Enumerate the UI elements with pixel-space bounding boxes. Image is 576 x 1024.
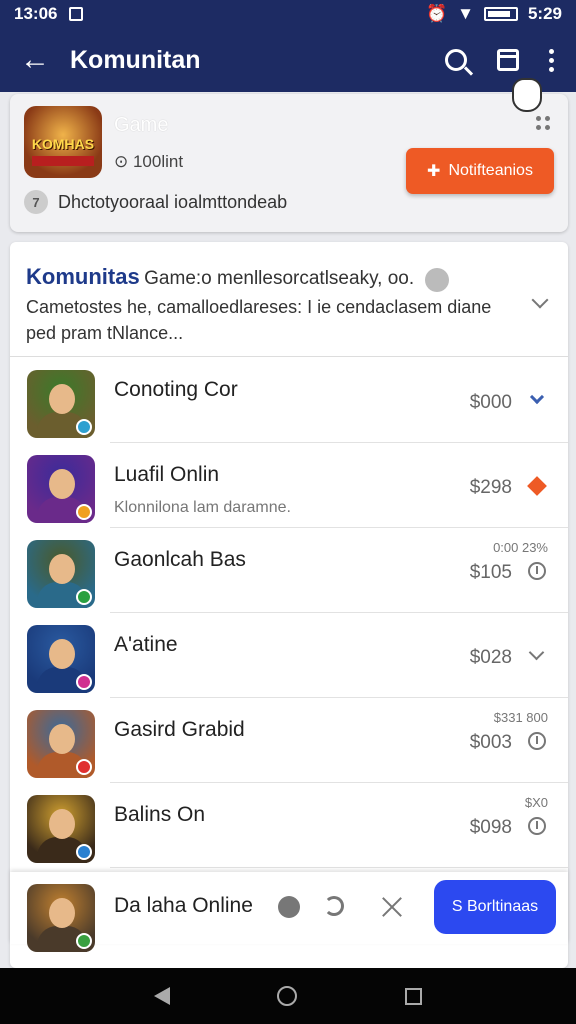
item-stat: $331 800	[493, 710, 548, 725]
avatar	[27, 370, 95, 438]
game-title: Game	[114, 114, 169, 136]
notifications-button[interactable]: ✚ Notifteanios	[406, 148, 554, 194]
community-header: Komunitas Game:o menllesorcatlseaky, oo.	[26, 264, 556, 292]
battery-icon	[483, 7, 518, 21]
pointer-hand-icon	[512, 78, 542, 112]
app-bar-actions	[445, 48, 576, 72]
avatar	[27, 540, 95, 608]
list-item[interactable]: Gaonlcah Bas 0:00 23% $105	[10, 528, 568, 613]
avatar	[27, 710, 95, 778]
community-description: Cametostes he, camalloedlareses: I ie ce…	[26, 297, 492, 343]
list-item[interactable]: Luafil Onlin Klonnilona lam daramne. $298	[10, 443, 568, 528]
game-info: 7 Dhctotyooraal ioalmttondeab	[24, 190, 287, 214]
nav-home-icon[interactable]	[277, 986, 298, 1006]
bottom-row-name: Da laha Online	[114, 894, 253, 917]
check-icon[interactable]	[526, 389, 548, 412]
item-subtext: Klonnilona lam daramne.	[114, 499, 291, 516]
avatar	[27, 625, 95, 693]
list-item[interactable]: Gasird Grabid $331 800 $003	[10, 698, 568, 783]
notification-icon	[69, 7, 84, 21]
list-item[interactable]: Conoting Cor $000	[10, 358, 568, 443]
item-name: Balins On	[114, 803, 206, 826]
page-title: Komunitan	[70, 45, 201, 74]
search-icon[interactable]	[445, 49, 467, 71]
item-stat: 0:00 23%	[493, 540, 548, 555]
item-price: $000	[469, 392, 512, 413]
list-item[interactable]: A'atine $028	[10, 613, 568, 698]
alarm-icon: ⏰	[425, 4, 448, 23]
close-icon[interactable]	[380, 894, 404, 918]
lock-icon[interactable]	[278, 896, 300, 918]
status-bar: 13:06 ⏰ ▼ 5:29	[0, 0, 576, 28]
divider	[110, 867, 568, 868]
community-panel: Komunitas Game:o menllesorcatlseaky, oo.…	[10, 242, 568, 968]
avatar	[27, 455, 95, 523]
community-subtitle: Game:o menllesorcatlseaky, oo.	[144, 268, 415, 289]
status-right: ⏰ ▼ 5:29	[426, 4, 562, 24]
status-clock: 5:29	[527, 4, 562, 23]
notifications-button-label: Notifteanios	[448, 162, 533, 179]
item-price: $003	[469, 732, 512, 753]
system-nav-bar	[0, 968, 576, 1024]
item-price: $028	[469, 647, 512, 668]
plus-icon: ✚	[427, 163, 441, 180]
avatar	[27, 795, 95, 863]
refresh-icon[interactable]	[324, 896, 344, 916]
community-title: Komunitas	[26, 264, 140, 289]
wifi-icon: ▼	[457, 4, 474, 23]
game-logo-banner	[32, 156, 94, 166]
game-logo: KOMHAS	[24, 106, 102, 178]
more-options-icon[interactable]	[549, 48, 554, 72]
game-card: KOMHAS Game ⊙ 100lint ✚ Notifteanios 7 D…	[10, 94, 568, 232]
item-price: $298	[469, 477, 512, 498]
app-bar: ← Komunitan	[0, 28, 576, 92]
game-members: ⊙ 100lint	[114, 152, 184, 171]
drag-handle-icon[interactable]	[536, 116, 550, 130]
item-name: Gasird Grabid	[114, 718, 245, 741]
avatar	[27, 884, 95, 952]
game-logo-text: KOMHAS	[31, 136, 95, 152]
diamond-icon[interactable]	[526, 475, 548, 497]
expand-chevron-icon[interactable]	[531, 291, 549, 309]
nav-recents-icon[interactable]	[405, 987, 423, 1005]
info-icon[interactable]	[424, 267, 449, 292]
item-name: Gaonlcah Bas	[114, 548, 246, 571]
list-item[interactable]: Balins On $X0 $098	[10, 783, 568, 868]
item-name: A'atine	[114, 633, 178, 656]
calendar-icon[interactable]	[497, 49, 519, 71]
status-time: 13:06	[14, 4, 58, 23]
info-badge: 7	[24, 190, 48, 214]
back-arrow-icon[interactable]: ←	[0, 43, 70, 77]
nav-back-icon[interactable]	[153, 987, 170, 1005]
item-price: $098	[469, 817, 512, 838]
primary-action-button[interactable]: S Borltinaas	[434, 880, 556, 934]
item-name: Conoting Cor	[114, 378, 238, 401]
chevron-icon[interactable]	[526, 644, 548, 667]
item-stat: $X0	[524, 795, 548, 810]
item-price: $105	[469, 562, 512, 583]
divider	[10, 356, 568, 357]
game-info-text: Dhctotyooraal ioalmttondeab	[58, 191, 288, 212]
item-name: Luafil Onlin	[114, 463, 220, 486]
bottom-action-row: Da laha Online S Borltinaas	[10, 872, 568, 952]
pin-icon[interactable]	[526, 560, 548, 582]
pin-icon[interactable]	[526, 730, 548, 752]
pin-icon[interactable]	[526, 815, 548, 837]
